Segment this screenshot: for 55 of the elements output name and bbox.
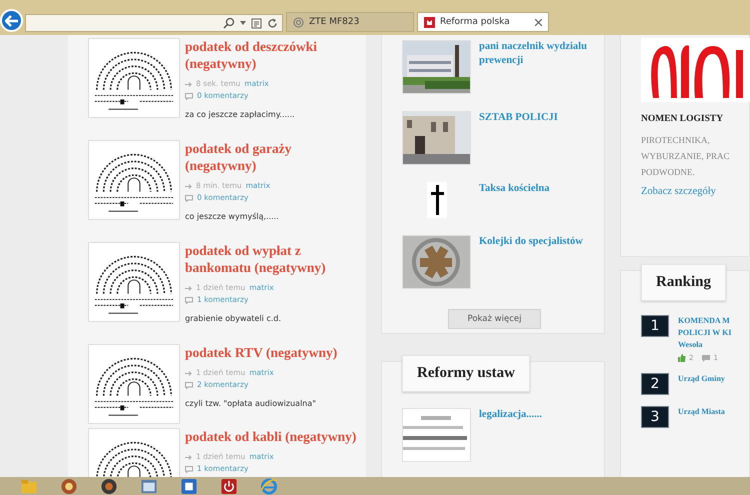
address-field[interactable] — [25, 14, 283, 32]
arrow-icon — [185, 286, 192, 290]
comment-icon — [185, 466, 193, 472]
app-icon[interactable] — [60, 478, 78, 494]
arrow-icon — [185, 184, 192, 188]
refresh-icon[interactable] — [267, 18, 278, 28]
speaker-icon[interactable] — [100, 478, 118, 494]
article-excerpt: czyli tzw. "opłata audiowizualna" — [185, 399, 317, 408]
tab-label: ZTE MF823 — [309, 17, 360, 27]
ranking-title-link[interactable]: KOMENDA M POLICJI W KI Wesoła — [678, 315, 732, 351]
back-arrow-icon — [4, 14, 18, 26]
article-excerpt: co jeszcze wymyślą,..... — [185, 212, 280, 221]
item-title-link[interactable]: Kolejki do specjalistów — [479, 235, 604, 289]
search-icon[interactable] — [223, 17, 235, 29]
details-link[interactable]: Zobacz szczegóły — [641, 186, 749, 197]
page-icon[interactable] — [251, 18, 262, 28]
thumbs-up-icon[interactable] — [678, 354, 686, 362]
item-title-link[interactable]: legalizacja...... — [479, 408, 604, 462]
ranking-title-link[interactable]: Urząd Gminy — [678, 373, 725, 385]
article-title-link[interactable]: podatek od kabli (negatywny) — [185, 428, 366, 445]
article-title-link[interactable]: podatek RTV (negatywny) — [185, 344, 366, 361]
arrow-icon — [185, 82, 192, 86]
comment-icon — [185, 194, 193, 202]
close-icon[interactable] — [535, 18, 542, 26]
article-title-link[interactable]: podatek od garaży (negatywny) — [185, 140, 366, 174]
comment-icon — [702, 354, 710, 362]
app-icon[interactable] — [180, 478, 198, 494]
item-title-link[interactable]: SZTAB POLICJI — [479, 111, 604, 165]
comment-icon — [185, 382, 193, 388]
article-title-link[interactable]: podatek od deszczówki (negatywny) — [185, 38, 366, 72]
comment-icon — [185, 92, 193, 100]
rank-number: 3 — [641, 406, 669, 428]
browser-tab[interactable]: ZTE MF823 — [286, 12, 414, 32]
article-excerpt: za co jeszcze zapłacimy...... — [185, 110, 296, 119]
window-icon[interactable] — [140, 478, 158, 494]
rank-number: 2 — [641, 373, 669, 395]
back-button[interactable] — [0, 9, 23, 32]
item-title-link[interactable]: Taksa kościelna — [479, 182, 604, 218]
item-title-link[interactable]: pani naczelnik wydzialu prewencji — [479, 40, 604, 94]
comment-icon — [185, 296, 193, 304]
power-icon[interactable] — [220, 478, 238, 494]
ranking-title-link[interactable]: Urząd Miasta — [678, 406, 725, 418]
tab-label: Reforma polska — [440, 17, 511, 27]
article-title-link[interactable]: podatek od wypłat z bankomatu (negatywny) — [185, 242, 366, 276]
rank-number: 1 — [641, 315, 669, 337]
arrow-icon — [185, 370, 192, 376]
company-name: NOMEN LOGISTY — [641, 114, 724, 124]
browser-tab[interactable]: Reforma polska — [417, 12, 549, 32]
company-description: PIROTECHNIKA, WYBURZANIE, PRAC PODWODNE. — [641, 134, 731, 179]
section-heading: Ranking — [641, 264, 726, 301]
arrow-icon — [185, 454, 192, 460]
article-excerpt: grabienie obywateli c.d. — [185, 314, 282, 323]
dropdown-caret-icon[interactable] — [240, 21, 246, 25]
show-more-button[interactable]: Pokaż więcej — [448, 309, 541, 329]
section-heading: Reformy ustaw — [402, 355, 530, 392]
